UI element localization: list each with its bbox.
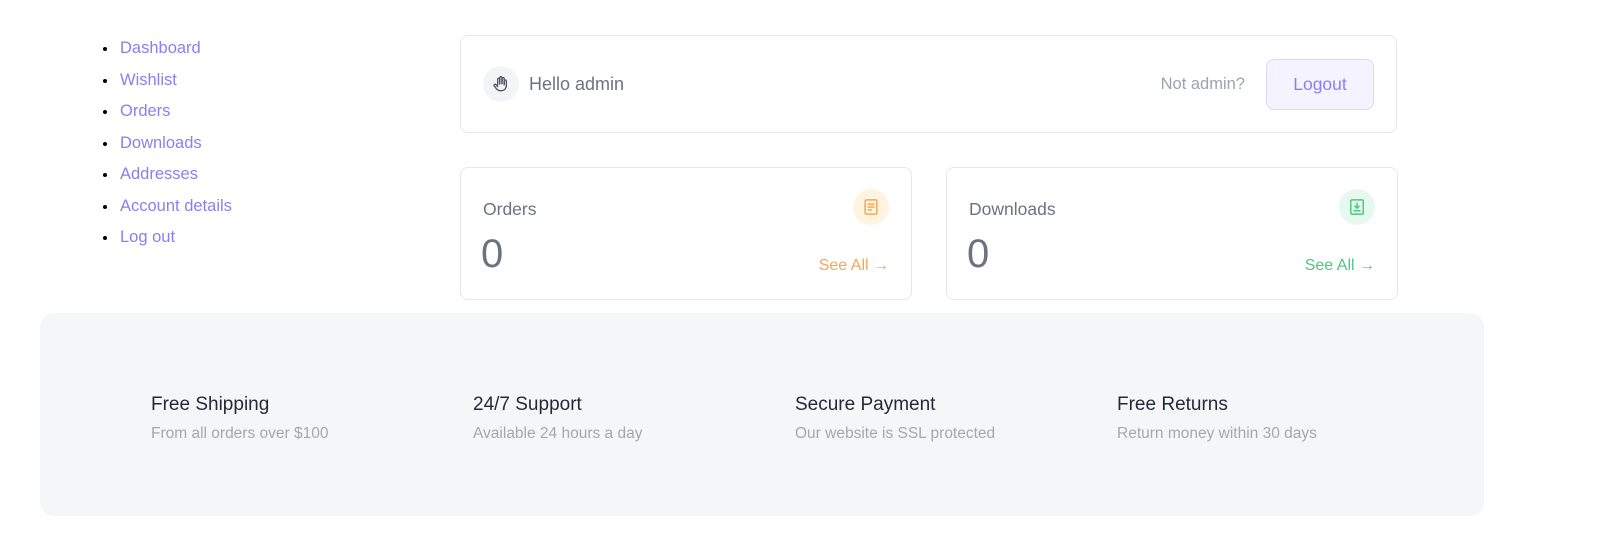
downloads-see-all-link[interactable]: See All → [1305, 257, 1375, 275]
greeting-text: Hello admin [529, 73, 625, 94]
feature-subtitle: From all orders over $100 [151, 425, 329, 442]
nav-item-log-out: Log out [118, 225, 232, 257]
nav-item-dashboard: Dashboard [118, 36, 232, 68]
feature-free-shipping: Free Shipping From all orders over $100 [151, 392, 328, 444]
nav-link-log-out[interactable]: Log out [120, 228, 175, 246]
feature-support: 24/7 Support Available 24 hours a day [473, 392, 642, 444]
waving-hand-icon [483, 66, 519, 102]
nav-item-downloads: Downloads [118, 131, 232, 163]
feature-secure-payment: Secure Payment Our website is SSL protec… [795, 392, 995, 444]
feature-title: 24/7 Support [473, 394, 582, 415]
feature-free-returns: Free Returns Return money within 30 days [1117, 392, 1317, 444]
logout-area: Not admin? Logout [1161, 59, 1374, 110]
feature-title: Free Shipping [151, 394, 270, 415]
orders-see-all-link[interactable]: See All → [819, 257, 889, 275]
nav-link-account-details[interactable]: Account details [120, 197, 232, 215]
downloads-stat-card: Downloads 0 See All → [946, 167, 1398, 300]
nav-item-addresses: Addresses [118, 162, 232, 194]
downloads-count: 0 [967, 232, 990, 276]
document-icon [853, 189, 889, 225]
download-icon [1339, 189, 1375, 225]
feature-subtitle: Our website is SSL protected [795, 425, 996, 442]
feature-title: Secure Payment [795, 394, 936, 415]
greeting: Hello admin [483, 66, 624, 102]
nav-item-wishlist: Wishlist [118, 68, 232, 100]
features-panel: Free Shipping From all orders over $100 … [40, 313, 1484, 516]
downloads-stat-label: Downloads [969, 199, 1056, 219]
logout-button[interactable]: Logout [1266, 59, 1374, 110]
orders-stat-card: Orders 0 See All → [460, 167, 912, 300]
nav-link-downloads[interactable]: Downloads [120, 134, 202, 152]
nav-link-dashboard[interactable]: Dashboard [120, 39, 201, 57]
nav-item-orders: Orders [118, 99, 232, 131]
greeting-card: Hello admin Not admin? Logout [460, 35, 1397, 133]
orders-stat-label: Orders [483, 199, 537, 219]
orders-count: 0 [481, 232, 504, 276]
nav-link-addresses[interactable]: Addresses [120, 165, 198, 183]
feature-subtitle: Available 24 hours a day [473, 425, 643, 442]
not-admin-text: Not admin? [1160, 75, 1245, 93]
nav-link-orders[interactable]: Orders [120, 102, 170, 120]
feature-subtitle: Return money within 30 days [1117, 425, 1317, 442]
nav-item-account-details: Account details [118, 194, 232, 226]
feature-title: Free Returns [1117, 394, 1228, 415]
account-navigation: Dashboard Wishlist Orders Downloads Addr… [118, 36, 232, 257]
nav-link-wishlist[interactable]: Wishlist [120, 71, 177, 89]
